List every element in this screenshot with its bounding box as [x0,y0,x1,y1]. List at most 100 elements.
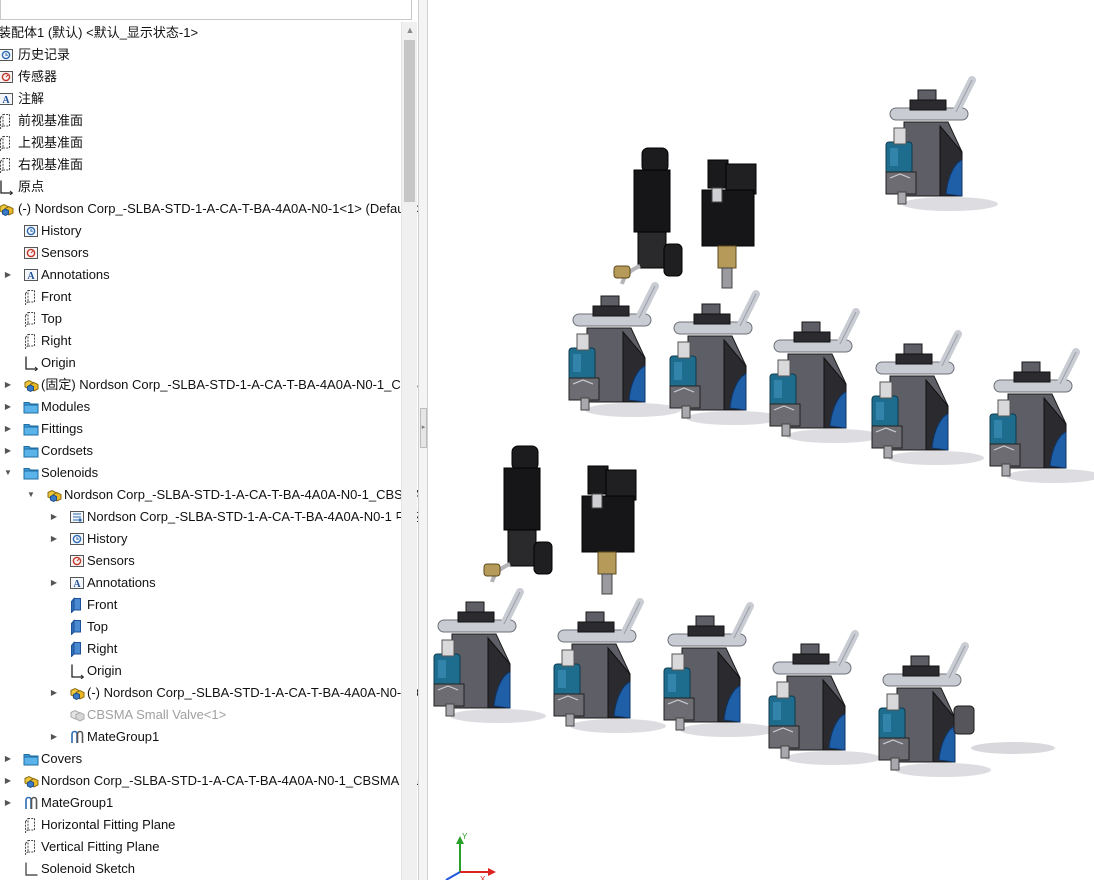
tree-item[interactable]: 原点 [0,176,400,198]
tree-root-label: 装配体1 (默认) <默认_显示状态-1> [0,25,199,40]
valve-model[interactable] [885,76,998,211]
fitting-model[interactable] [953,705,975,735]
tree-item[interactable]: ▶ Nordson Corp_-SLBA-STD-1-A-CA-T-BA-4A0A… [0,506,418,528]
expand-arrow-icon[interactable]: ▶ [3,440,13,462]
sketch-icon [23,861,39,877]
plane-icon [0,135,14,152]
reference-triad[interactable]: YX [445,832,496,880]
tree-item[interactable]: ▶ Nordson Corp_-SLBA-STD-1-A-CA-T-BA-4A0A… [0,770,418,792]
scroll-thumb[interactable] [404,40,415,202]
valve-model[interactable] [871,330,984,465]
expand-arrow-icon[interactable]: ▶ [49,682,59,704]
expand-arrow-icon[interactable]: ▶ [49,726,59,748]
tree-item[interactable]: 前视基准面 [0,110,400,132]
tree-scrollbar[interactable]: ▲ [401,22,417,880]
tree-item[interactable]: (-) Nordson Corp_-SLBA-STD-1-A-CA-T-BA-4… [0,198,418,220]
collapse-panel-icon[interactable]: ▸ [420,408,427,448]
tree-item[interactable]: A 注解 [0,88,400,110]
tree-item[interactable]: Front [0,594,400,616]
tree-item[interactable]: Right [0,330,400,352]
tree-item[interactable]: Origin [0,660,400,682]
expand-arrow-icon[interactable]: ▶ [3,396,13,418]
tree-item-label: Modules [41,399,91,414]
tree-item-label: Front [87,597,118,612]
tree-item[interactable]: 右视基准面 [0,154,400,176]
tree-item[interactable]: ▶ Modules [0,396,400,418]
tree-item[interactable]: ▶ Fittings [0,418,400,440]
expand-arrow-icon[interactable]: ▶ [49,572,59,594]
expand-arrow-icon[interactable]: ▶ [3,418,13,440]
tree-item[interactable]: ▶ MateGroup1 [0,726,400,748]
history-icon [23,223,39,239]
tree-item-label: 注解 [18,91,45,106]
tree-item[interactable]: Vertical Fitting Plane [0,836,400,858]
tree-item[interactable]: CBSMA Small Valve<1> [0,704,400,726]
tree-filter-box[interactable] [0,0,412,20]
expand-arrow-icon[interactable]: ▶ [3,374,13,396]
panel-splitter[interactable]: ▸ [418,0,428,880]
tree-item[interactable]: ▶ A Annotations [0,572,400,594]
valve-model[interactable] [989,348,1094,483]
tree-item[interactable]: ▶ Covers [0,748,400,770]
valve-model[interactable] [769,308,882,443]
expand-arrow-icon[interactable]: ▶ [3,264,13,286]
tree-item-label: Annotations [41,267,110,282]
tree-item[interactable]: ▶ (固定) Nordson Corp_-SLBA-STD-1-A-CA-T-BA… [0,374,418,396]
plane-icon [23,817,39,834]
valve-model[interactable] [768,630,881,765]
valve-model[interactable] [568,282,681,417]
scroll-up-icon[interactable]: ▲ [402,22,418,38]
tree-item[interactable]: ▶ (-) Nordson Corp_-SLBA-STD-1-A-CA-T-BA-… [0,682,418,704]
tree-item[interactable]: Solenoid Sketch [0,858,400,880]
valve-model[interactable] [553,598,666,733]
expand-arrow-icon[interactable]: ▶ [3,748,13,770]
tree-item-label: (-) Nordson Corp_-SLBA-STD-1-A-CA-T-BA-4… [18,201,418,216]
solenoid-model[interactable] [581,465,637,595]
collapse-arrow-icon[interactable]: ▼ [3,462,13,484]
tree-item[interactable]: 历史记录 [0,44,400,66]
mate-icon [69,729,85,745]
tree-item[interactable]: Origin [0,352,400,374]
tree-item[interactable]: Sensors [0,242,400,264]
solenoid-model[interactable] [483,445,553,583]
tree-item[interactable]: Top [0,616,400,638]
tree-item[interactable]: Top [0,308,400,330]
model-render: YX [433,76,1094,880]
tree-item[interactable]: Right [0,638,400,660]
tree-item[interactable]: ▶ Cordsets [0,440,400,462]
tree-item-label: 历史记录 [18,47,71,62]
tree-item[interactable]: Front [0,286,400,308]
tree-item-label: Annotations [87,575,156,590]
expand-arrow-icon[interactable]: ▶ [3,792,13,814]
table-icon [69,509,85,525]
plane-blue-icon [69,597,85,614]
collapse-arrow-icon[interactable]: ▼ [26,484,36,506]
tree-item[interactable]: 上视基准面 [0,132,400,154]
valve-model[interactable] [663,602,776,737]
tree-item[interactable]: 传感器 [0,66,400,88]
solenoid-model[interactable] [613,147,683,285]
tree-item[interactable]: Sensors [0,550,400,572]
tree-item-label: Origin [41,355,76,370]
tree-item[interactable]: ▶ MateGroup1 [0,792,400,814]
plane-icon [0,113,14,130]
expand-arrow-icon[interactable]: ▶ [49,528,59,550]
valve-model[interactable] [433,588,546,723]
assembly-icon [23,773,39,789]
graphics-viewport[interactable]: YX [428,0,1094,880]
valve-model[interactable] [669,290,782,425]
solenoid-model[interactable] [701,159,757,289]
tree-item[interactable]: ▶ A Annotations [0,264,400,286]
tree-root[interactable]: 装配体1 (默认) <默认_显示状态-1> [0,22,400,44]
expand-arrow-icon[interactable]: ▶ [49,506,59,528]
tree-item[interactable]: ▶ History [0,528,400,550]
expand-arrow-icon[interactable]: ▶ [3,770,13,792]
folder-icon [23,465,39,481]
tree-item[interactable]: ▼ Nordson Corp_-SLBA-STD-1-A-CA-T-BA-4A0A… [0,484,418,506]
tree-item[interactable]: History [0,220,400,242]
tree-item[interactable]: ▼ Solenoids [0,462,400,484]
tree-item[interactable]: Horizontal Fitting Plane [0,814,400,836]
plane-icon [23,289,39,306]
plane-icon [0,157,14,174]
plane-icon [23,839,39,856]
